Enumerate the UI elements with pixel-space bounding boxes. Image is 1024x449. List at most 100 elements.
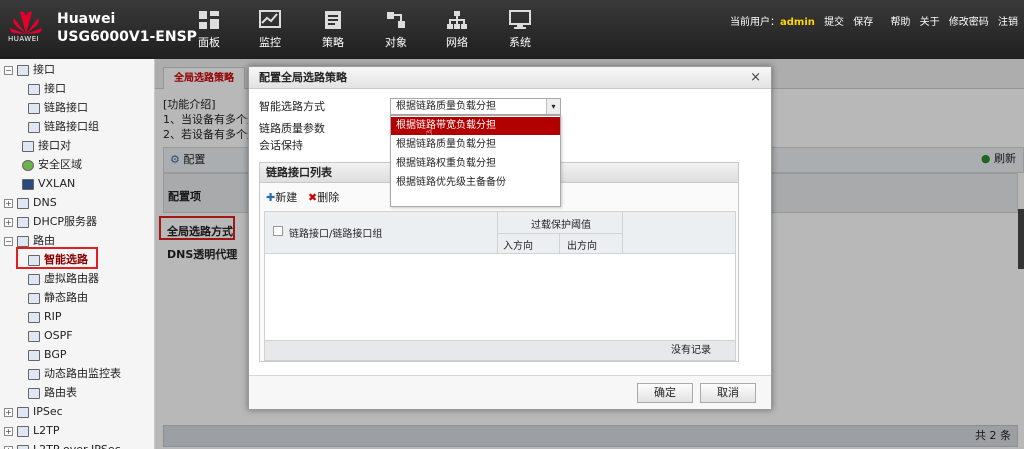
sidebar-item-l2tp[interactable]: + L2TP — [4, 422, 59, 440]
sidebar-item-link-interface[interactable]: 链路接口 — [28, 99, 88, 117]
expand-icon[interactable]: + — [4, 217, 13, 227]
expand-icon[interactable]: + — [4, 445, 13, 449]
expand-icon[interactable]: + — [4, 426, 13, 436]
sidebar-item-dhcp-server[interactable]: + DHCP服务器 — [4, 213, 97, 231]
routing-mode-label: 智能选路方式 — [259, 100, 325, 113]
no-record-text: 没有记录 — [671, 345, 711, 356]
sidebar-item-routing-table[interactable]: 路由表 — [28, 384, 77, 402]
option-bandwidth[interactable]: 根据链路带宽负载分担 — [391, 117, 560, 135]
sidebar-item-label: 接口 — [44, 82, 66, 95]
interface-icon — [28, 83, 40, 95]
sidebar-item-label: IPSec — [33, 405, 63, 418]
expand-icon[interactable]: + — [4, 198, 13, 208]
collapse-icon[interactable]: − — [4, 65, 13, 75]
sidebar-item-rip[interactable]: RIP — [28, 308, 62, 326]
sidebar-item-virtual-router[interactable]: 虚拟路由器 — [28, 270, 99, 288]
nav-network[interactable]: 网络 — [433, 10, 481, 50]
nav-policy[interactable]: 策略 — [309, 10, 357, 50]
nav-system[interactable]: 系统 — [496, 10, 544, 50]
sidebar-item-interface[interactable]: 接口 — [28, 80, 66, 98]
sidebar-nav-tree: − 接口 接口 链路接口 链路接口组 接口对 安全区域 VXLAN + DNS + D… — [0, 59, 155, 449]
sidebar-item-dns[interactable]: + DNS — [4, 194, 57, 212]
change-password-link[interactable]: 修改密码 — [949, 17, 989, 28]
option-priority[interactable]: 根据链路优先级主备备份 — [391, 174, 560, 192]
smart-routing-highlight — [16, 247, 98, 269]
nav-object[interactable]: 对象 — [372, 10, 420, 50]
sidebar-item-label: L2TP over IPSec — [33, 441, 121, 449]
overload-column-header: 过载保护阈值 — [531, 220, 591, 231]
sidebar-item-static-route[interactable]: 静态路由 — [28, 289, 88, 307]
routing-icon — [17, 235, 29, 247]
routing-table-icon — [28, 387, 40, 399]
routing-mode-value: 根据链路质量负载分担 — [396, 101, 496, 112]
grid-header: 链路接口/链路接口组 过载保护阈值 入方向 出方向 — [265, 212, 735, 254]
l2tp-icon — [17, 425, 29, 437]
delete-button[interactable]: ✖删除 — [308, 189, 339, 205]
link-interface-group-icon — [28, 121, 40, 133]
submit-link[interactable]: 提交 — [824, 17, 844, 28]
delete-icon: ✖ — [308, 191, 318, 204]
help-link[interactable]: 帮助 — [890, 17, 910, 28]
about-link[interactable]: 关于 — [920, 17, 940, 28]
select-all-checkbox[interactable] — [273, 226, 283, 236]
dashboard-icon — [199, 11, 219, 29]
huawei-logo-icon — [10, 11, 42, 34]
sidebar-item-vxlan[interactable]: VXLAN — [22, 175, 75, 193]
routing-mode-select[interactable]: 根据链路质量负载分担 ▾ — [390, 98, 561, 115]
network-icon — [447, 11, 467, 29]
link-interface-icon — [28, 102, 40, 114]
sidebar-item-label: L2TP — [33, 424, 60, 437]
nav-monitor[interactable]: 监控 — [246, 10, 294, 50]
no-record-bar: 没有记录 — [265, 340, 735, 360]
sidebar-item-dynamic-route-monitor[interactable]: 动态路由监控表 — [28, 365, 121, 383]
sidebar-item-ospf[interactable]: OSPF — [28, 327, 73, 345]
sidebar-item-label: 链路接口 — [44, 101, 88, 114]
save-link[interactable]: 保存 — [853, 17, 873, 28]
routing-mode-dropdown: 根据链路带宽负载分担 根据链路质量负载分担 根据链路权重负载分担 根据链路优先级… — [390, 115, 561, 207]
delete-label: 删除 — [317, 191, 340, 204]
current-user: admin — [780, 17, 815, 28]
cancel-button[interactable]: 取消 — [700, 383, 756, 403]
virtual-router-icon — [28, 273, 40, 285]
ospf-icon — [28, 330, 40, 342]
dns-icon — [17, 197, 29, 209]
sidebar-item-label: 虚拟路由器 — [44, 272, 99, 285]
sidebar-item-ipsec[interactable]: + IPSec — [4, 403, 63, 421]
sidebar-item-interface-group[interactable]: − 接口 — [4, 61, 55, 79]
option-quality[interactable]: 根据链路质量负载分担 — [391, 136, 560, 154]
chevron-down-icon[interactable]: ▾ — [546, 99, 560, 114]
sidebar-item-security-zone[interactable]: 安全区域 — [22, 156, 82, 174]
sidebar-item-label: 接口 — [33, 63, 55, 76]
option-weight[interactable]: 根据链路权重负载分担 — [391, 155, 560, 173]
system-icon — [509, 10, 531, 29]
nav-label: 网络 — [446, 36, 468, 49]
sidebar-item-label: 动态路由监控表 — [44, 367, 121, 380]
new-label: 新建 — [275, 191, 298, 204]
column-divider — [622, 212, 623, 254]
collapse-icon[interactable]: − — [4, 236, 13, 246]
sidebar-item-label: VXLAN — [38, 177, 76, 190]
nav-dashboard[interactable]: 面板 — [185, 10, 233, 50]
link-interface-grid: 链路接口/链路接口组 过载保护阈值 入方向 出方向 没有记录 — [264, 211, 736, 361]
sidebar-item-link-interface-group[interactable]: 链路接口组 — [28, 118, 99, 136]
close-icon[interactable]: × — [750, 71, 761, 84]
interface-pair-icon — [22, 140, 34, 152]
link-quality-label: 链路质量参数 — [259, 122, 325, 135]
ipsec-icon — [17, 406, 29, 418]
new-button[interactable]: ✚新建 — [266, 189, 297, 205]
ok-button[interactable]: 确定 — [637, 383, 693, 403]
hand-cursor-icon: ☝ — [425, 126, 433, 141]
sidebar-item-label: 静态路由 — [44, 291, 88, 304]
add-icon: ✚ — [266, 191, 276, 204]
sidebar-item-interface-pair[interactable]: 接口对 — [22, 137, 71, 155]
sidebar-item-bgp[interactable]: BGP — [28, 346, 67, 364]
vxlan-icon — [22, 178, 34, 190]
expand-icon[interactable]: + — [4, 407, 13, 417]
window-edge — [1018, 209, 1024, 269]
sidebar-item-l2tp-over-ipsec[interactable]: + L2TP over IPSec — [4, 441, 121, 449]
nav-label: 系统 — [509, 36, 531, 49]
nav-label: 面板 — [198, 36, 220, 49]
logout-link[interactable]: 注销 — [998, 17, 1018, 28]
inbound-column-header: 入方向 — [503, 241, 533, 252]
route-monitor-icon — [28, 368, 40, 380]
